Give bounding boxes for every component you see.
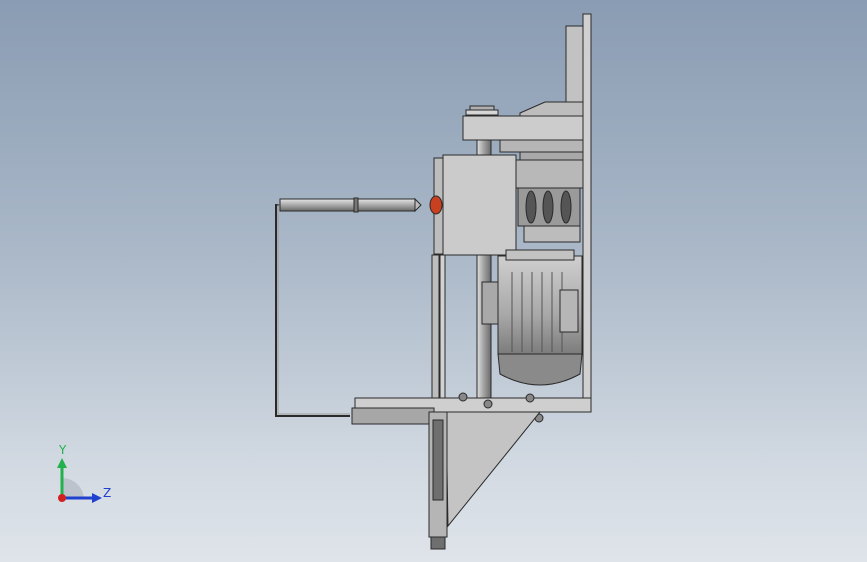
indicator-lamp	[429, 195, 443, 215]
guide-rods	[431, 254, 446, 401]
upper-bracket	[519, 101, 584, 117]
lower-column	[428, 411, 448, 550]
electric-motor	[481, 249, 583, 386]
horizontal-arm	[275, 197, 422, 417]
pulley-assembly	[515, 159, 584, 243]
z-axis-label: Z	[103, 486, 112, 500]
control-box	[429, 154, 517, 256]
coordinate-triad	[57, 458, 102, 503]
support-bracket	[445, 411, 542, 528]
y-axis-label: Y	[59, 443, 67, 457]
assembly-model-side-view[interactable]	[0, 0, 867, 562]
graphics-viewport[interactable]: Y Z	[0, 0, 867, 562]
